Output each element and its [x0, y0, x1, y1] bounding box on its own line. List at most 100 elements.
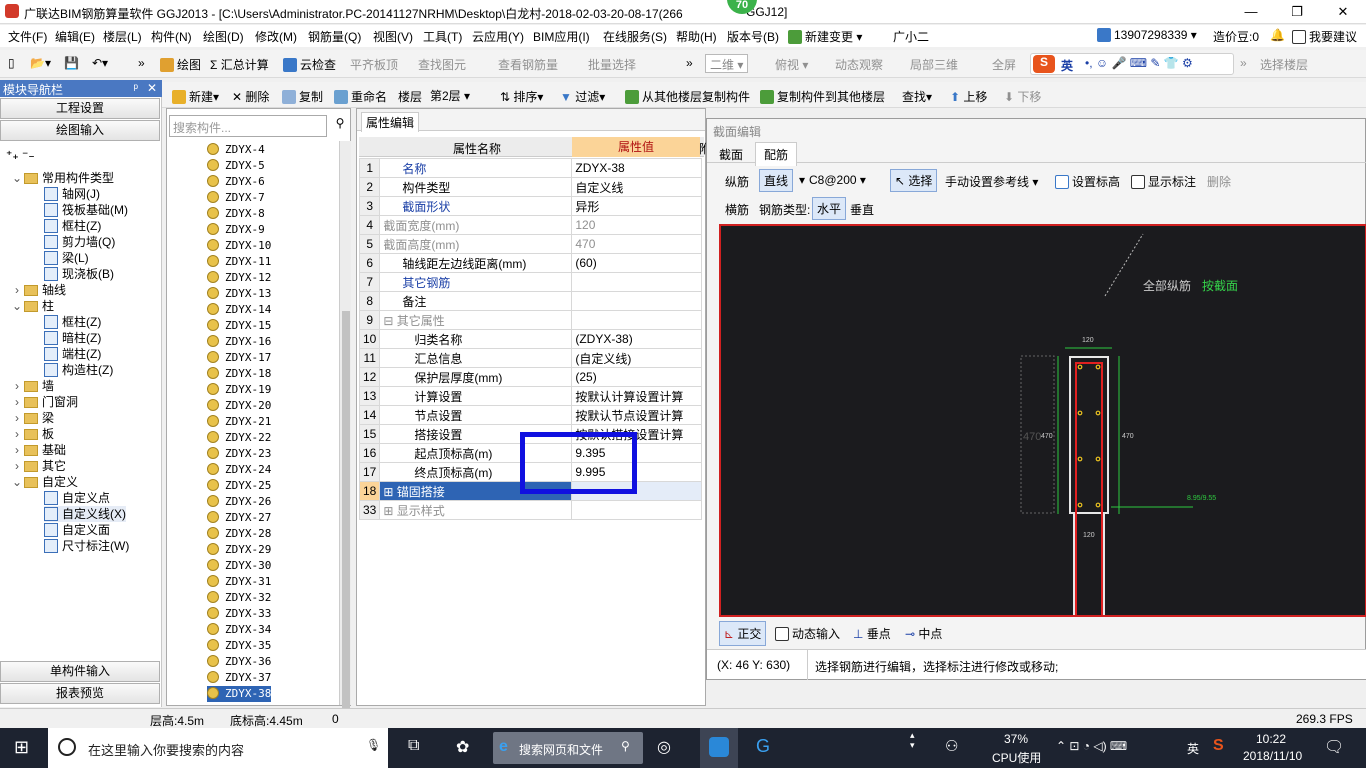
list-item[interactable]: ZDYX-29	[207, 542, 271, 558]
project-settings-button[interactable]: 工程设置	[0, 98, 160, 119]
tree-item[interactable]: 剪力墙(Q)	[44, 234, 115, 250]
list-item[interactable]: ZDYX-32	[207, 590, 271, 606]
midpoint-button[interactable]: ⊸ 中点	[905, 625, 942, 642]
fan-app-icon[interactable]: ✿	[456, 737, 469, 757]
table-row[interactable]: 11 汇总信息 (自定义线)	[358, 348, 703, 368]
draw-button[interactable]: 绘图	[160, 56, 201, 73]
tree-folder[interactable]: › 墙	[12, 378, 54, 394]
ortho-button[interactable]: ⊾ 正交	[719, 621, 767, 646]
collapse-arrow-icon[interactable]: ⌄	[12, 474, 22, 490]
fullscreen-button[interactable]: 全屏	[992, 56, 1016, 73]
section-delete-button[interactable]: 删除	[1207, 173, 1231, 190]
view-2d-select[interactable]: 二维 ▾	[705, 54, 749, 73]
mic-icon[interactable]: 🎙	[366, 738, 381, 752]
notification-icon[interactable]: 🗨	[1324, 737, 1344, 757]
navigator-close-icon[interactable]: ✕	[147, 81, 157, 95]
sogou-icon[interactable]: S	[1033, 55, 1055, 73]
copy-to-floor-button[interactable]: 复制构件到其他楼层	[760, 88, 885, 105]
expand-arrow-icon[interactable]: ›	[12, 282, 22, 298]
list-item[interactable]: ZDYX-30	[207, 558, 271, 574]
list-item[interactable]: ZDYX-14	[207, 302, 271, 318]
list-item[interactable]: ZDYX-22	[207, 430, 271, 446]
menu-edit[interactable]: 编辑(E)	[55, 28, 95, 45]
property-value[interactable]: (25)	[571, 367, 703, 387]
property-value[interactable]	[571, 291, 703, 311]
set-elevation-button[interactable]: 设置标高	[1055, 173, 1120, 190]
glodon-app-icon[interactable]: G	[756, 736, 770, 757]
expand-arrow-icon[interactable]: ›	[12, 394, 22, 410]
drawing-input-button[interactable]: 绘图输入	[0, 120, 160, 141]
summary-calc-button[interactable]: Σ 汇总计算	[210, 56, 269, 73]
component-search-input[interactable]: 搜索构件...	[169, 115, 327, 137]
align-top-button[interactable]: 平齐板顶	[350, 56, 398, 73]
straight-line-button[interactable]: 直线	[759, 169, 794, 192]
list-item[interactable]: ZDYX-26	[207, 494, 271, 510]
browser-search-box[interactable]: e 搜索网页和文件 ⚲	[493, 732, 643, 764]
bell-icon[interactable]: 🔔	[1270, 28, 1285, 42]
list-item[interactable]: ZDYX-21	[207, 414, 271, 430]
tree-item[interactable]: 梁(L)	[44, 250, 89, 266]
overflow2-chevron-icon[interactable]: »	[686, 56, 693, 70]
cloud-check-button[interactable]: 云检查	[283, 56, 336, 73]
rebar-spec-select[interactable]: C8@200 ▾	[809, 173, 866, 187]
property-value[interactable]: (自定义线)	[571, 348, 703, 368]
move-down-button[interactable]: ⬇ 下移	[1004, 88, 1041, 105]
table-row[interactable]: 10 归类名称 (ZDYX-38)	[358, 329, 703, 349]
delete-button[interactable]: ✕ 删除	[232, 88, 269, 105]
tree-item[interactable]: 构造柱(Z)	[44, 362, 113, 378]
tree-item[interactable]: 筏板基础(M)	[44, 202, 128, 218]
list-item[interactable]: ZDYX-7	[207, 190, 265, 206]
list-item[interactable]: ZDYX-13	[207, 286, 271, 302]
table-row[interactable]: 6 轴线距左边线距离(mm) (60)	[358, 253, 703, 273]
list-item[interactable]: ZDYX-18	[207, 366, 271, 382]
property-value[interactable]: (60)	[571, 253, 703, 273]
tab-property-edit[interactable]: 属性编辑	[361, 112, 420, 132]
menu-version[interactable]: 版本号(B)	[727, 28, 779, 45]
list-item[interactable]: ZDYX-25	[207, 478, 271, 494]
list-item[interactable]: ZDYX-11	[207, 254, 271, 270]
tree-folder[interactable]: › 门窗洞	[12, 394, 78, 410]
report-preview-button[interactable]: 报表预览	[0, 683, 160, 704]
tree-item[interactable]: 现浇板(B)	[44, 266, 114, 282]
property-value[interactable]: 470	[571, 234, 703, 254]
tree-item[interactable]: 尺寸标注(W)	[44, 538, 129, 554]
menu-modify[interactable]: 修改(M)	[255, 28, 297, 45]
ggj-app-tab[interactable]	[700, 728, 738, 768]
tree-folder[interactable]: ⌄ 常用构件类型	[12, 170, 114, 186]
tree-folder[interactable]: ⌄ 自定义	[12, 474, 78, 490]
menu-online[interactable]: 在线服务(S)	[603, 28, 667, 45]
rename-button[interactable]: 重命名	[334, 88, 387, 105]
ime-tools-icons[interactable]: •, ☺ 🎤 ⌨ ✎ 👕 ⚙	[1085, 56, 1193, 70]
chrome-icon[interactable]: ◎	[657, 737, 671, 757]
menu-rebar[interactable]: 钢筋量(Q)	[308, 28, 361, 45]
table-row[interactable]: 14 节点设置 按默认节点设置计算	[358, 405, 703, 425]
list-item[interactable]: ZDYX-20	[207, 398, 271, 414]
overflow3-chevron-icon[interactable]: »	[1240, 56, 1247, 70]
perpendicular-button[interactable]: ⊥ 垂点	[853, 625, 891, 642]
windows-start-icon[interactable]: ⊞	[14, 737, 29, 758]
undo-icon[interactable]: ↶▾	[92, 56, 108, 70]
list-item[interactable]: ZDYX-9	[207, 222, 265, 238]
tree-item[interactable]: 自定义线(X)	[44, 506, 126, 522]
expand-arrow-icon[interactable]: ›	[12, 442, 22, 458]
floor-select[interactable]: 第2层 ▾	[426, 86, 490, 105]
suggest-link[interactable]: 我要建议	[1292, 28, 1357, 45]
property-value[interactable]: 自定义线	[571, 177, 703, 197]
property-value[interactable]: 异形	[571, 196, 703, 216]
list-item[interactable]: ZDYX-28	[207, 526, 271, 542]
table-row[interactable]: 3 截面形状 异形	[358, 196, 703, 216]
show-dims-button[interactable]: 显示标注	[1131, 173, 1196, 190]
taskbar-search[interactable]: 在这里输入你要搜索的内容 🎙	[48, 728, 388, 768]
tree-item[interactable]: 暗柱(Z)	[44, 330, 101, 346]
view-rebar-button[interactable]: 查看钢筋量	[498, 56, 558, 73]
tree-folder[interactable]: › 梁	[12, 410, 54, 426]
overflow-chevron-icon[interactable]: »	[138, 56, 145, 70]
filter-button[interactable]: ▼ 过滤▾	[560, 88, 605, 105]
menu-draw[interactable]: 绘图(D)	[203, 28, 244, 45]
table-row[interactable]: 4 截面宽度(mm) 120	[358, 215, 703, 235]
tab-section[interactable]: 截面	[719, 146, 743, 163]
new-file-icon[interactable]: ▯	[8, 56, 15, 70]
tree-item[interactable]: 端柱(Z)	[44, 346, 101, 362]
straight-dropdown-icon[interactable]: ▾	[799, 173, 805, 187]
select-button[interactable]: ↖ 选择	[890, 169, 938, 192]
